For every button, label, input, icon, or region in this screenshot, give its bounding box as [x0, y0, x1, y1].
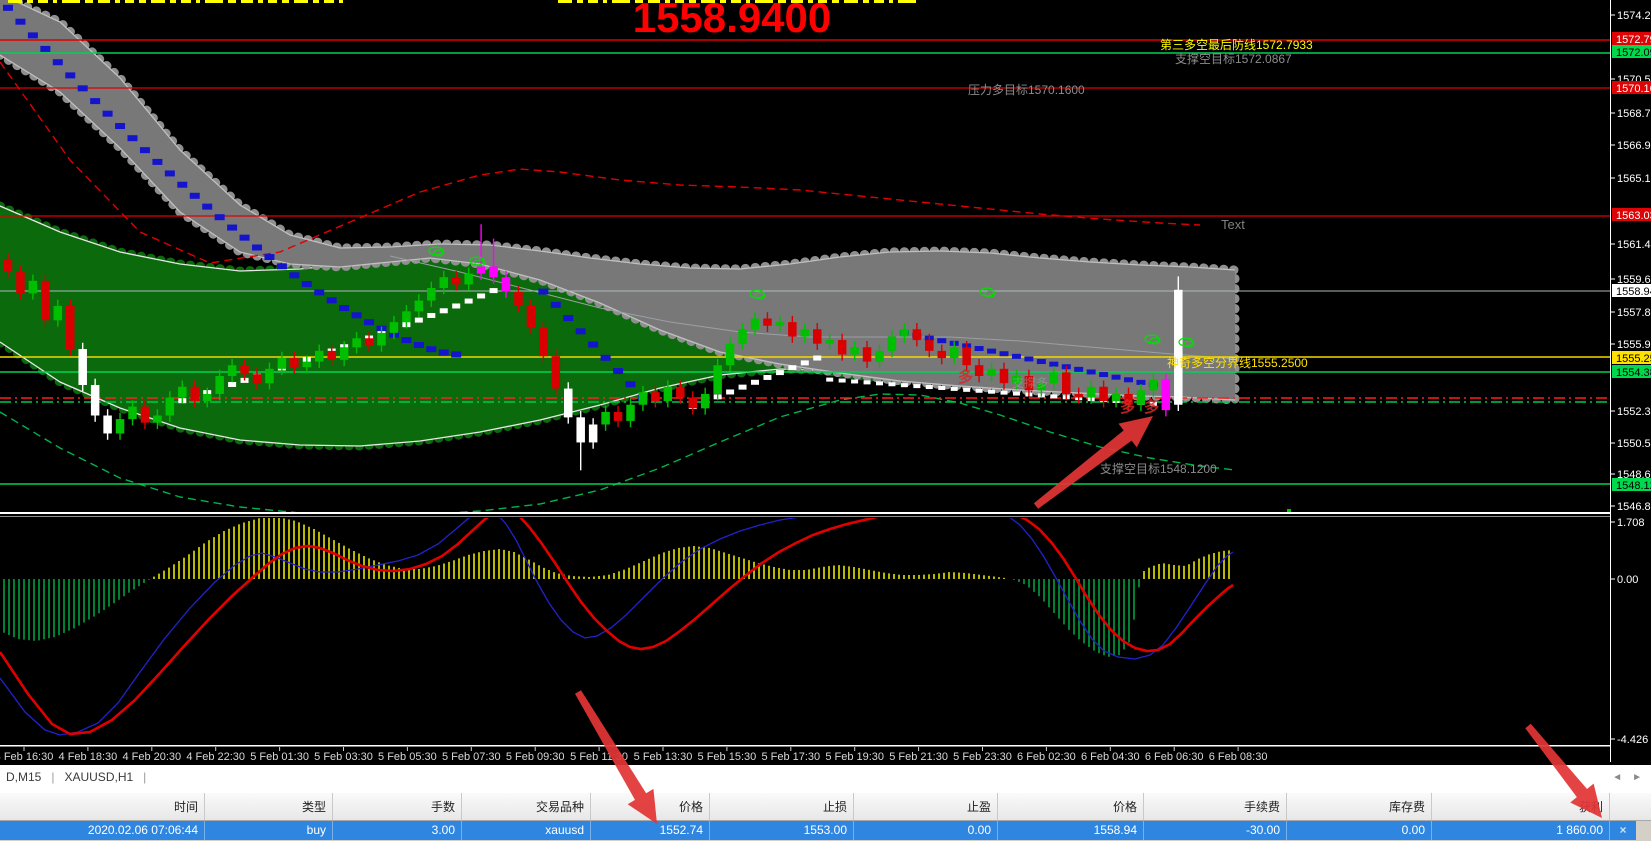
axis-label: 1565.10 [1617, 173, 1651, 185]
row-cell-7: 1558.94 [998, 821, 1144, 840]
tab-scroll-left-icon[interactable]: ◄ [1607, 772, 1627, 783]
col-header-6[interactable]: 止盈 [854, 793, 998, 820]
time-axis-label: 5 Feb 01:30 [250, 751, 309, 763]
col-header-5[interactable]: 止损 [710, 793, 854, 820]
trading-terminal: { "window": { "price_display": "1558.940… [0, 0, 1651, 841]
axis-label: 1.708 [1617, 517, 1645, 529]
time-axis-label: 6 Feb 02:30 [1017, 751, 1076, 763]
row-cell-10: 1 860.00 [1432, 821, 1610, 840]
close-position-icon[interactable]: × [1610, 821, 1636, 840]
row-cell-5: 1553.00 [710, 821, 854, 840]
time-axis-label: 6 Feb 08:30 [1209, 751, 1268, 763]
tab-chart-xauusd-h1[interactable]: XAUUSD,H1 [58, 765, 139, 790]
col-header-10[interactable]: 获利 [1432, 793, 1610, 820]
row-cell-0: 2020.02.06 07:06:44 [0, 821, 205, 840]
chart-annotation: 第三多空最后防线1572.7933 [1160, 37, 1313, 52]
duo-mark: 多 [1120, 398, 1135, 416]
row-cell-9: 0.00 [1287, 821, 1432, 840]
axis-label: 1566.90 [1617, 140, 1651, 152]
axis-price-badge: 1572.09 [1616, 47, 1651, 59]
time-axis-label: 5 Feb 03:30 [314, 751, 373, 763]
price-pane: 多多多 [0, 0, 1610, 516]
tab-separator: | [139, 765, 150, 790]
axis-label: 1561.45 [1617, 239, 1651, 251]
col-header-4[interactable]: 价格 [591, 793, 710, 820]
time-axis-label: 4 Feb 18:30 [59, 751, 118, 763]
time-axis-label: 5 Feb 05:30 [378, 751, 437, 763]
axis-price-badge: 1570.16 [1616, 83, 1651, 95]
row-cell-1: buy [205, 821, 333, 840]
axis-label: 1550.50 [1617, 438, 1651, 450]
chart-tab-bar: D,M15|XAUUSD,H1| ◄► [0, 763, 1651, 793]
duo-mark: 多 [1144, 398, 1159, 416]
time-axis-label: 6 Feb 06:30 [1145, 751, 1204, 763]
row-cell-6: 0.00 [854, 821, 998, 840]
col-header-filler [1610, 793, 1651, 820]
col-header-1[interactable]: 类型 [205, 793, 333, 820]
axis-label: 1555.95 [1617, 339, 1651, 351]
chart-annotation: 神奇多空分界线1555.2500 [1167, 356, 1308, 370]
time-axis-label: 4 Feb 20:30 [122, 751, 181, 763]
tab-scroll-right-icon[interactable]: ► [1627, 772, 1647, 783]
current-price-display: 1558.9400 [592, 0, 872, 42]
chart-annotation: 支撑空目标1548.1200 [1100, 461, 1217, 476]
axis-price-badge: 1548.12 [1616, 480, 1651, 492]
tab-separator: | [47, 765, 58, 790]
axis-label: 1546.85 [1617, 501, 1651, 513]
time-axis-label: 5 Feb 19:30 [825, 751, 884, 763]
time-axis-label: 4 Feb 16:30 [0, 751, 53, 763]
col-header-9[interactable]: 库存费 [1287, 793, 1432, 820]
trade-table-header: 时间类型手数交易品种价格止损止盈价格手续费库存费获利 [0, 793, 1651, 821]
macd-pane [0, 508, 1233, 735]
col-header-7[interactable]: 价格 [998, 793, 1144, 820]
axis-price-badge: 1555.25 [1616, 353, 1651, 365]
axis-price-badge: 1558.94 [1616, 286, 1651, 298]
axis-label: 0.00 [1617, 574, 1638, 586]
axis-label: 1552.30 [1617, 406, 1651, 418]
row-cell-8: -30.00 [1144, 821, 1287, 840]
duo-mark: 多 [958, 368, 973, 386]
row-cell-3: xauusd [462, 821, 591, 840]
time-axis-label: 6 Feb 04:30 [1081, 751, 1140, 763]
chart-annotation: 支撑多 [1012, 375, 1048, 390]
time-axis-label: 5 Feb 17:30 [761, 751, 820, 763]
time-axis-label: 4 Feb 22:30 [186, 751, 245, 763]
col-header-0[interactable]: 时间 [0, 793, 205, 820]
axis-label: 1557.80 [1617, 307, 1651, 319]
trade-table-row[interactable]: 2020.02.06 07:06:44buy3.00xauusd1552.741… [0, 821, 1651, 840]
time-axis-label: 5 Feb 15:30 [698, 751, 757, 763]
col-header-8[interactable]: 手续费 [1144, 793, 1287, 820]
chart-annotation: 支撑空目标1572.0867 [1175, 51, 1292, 66]
time-axis-label: 5 Feb 09:30 [506, 751, 565, 763]
tab-scroll-arrows: ◄► [1607, 765, 1647, 791]
chart-annotation: Text [1221, 217, 1245, 232]
axis-label: -4.426 [1617, 734, 1648, 746]
axis-label: 1574.20 [1617, 10, 1651, 22]
time-axis-label: 5 Feb 21:30 [889, 751, 948, 763]
axis-price-badge: 1572.79 [1616, 34, 1651, 46]
axis-price-badge: 1563.03 [1616, 210, 1651, 222]
time-axis-label: 5 Feb 23:30 [953, 751, 1012, 763]
time-axis-label: 5 Feb 11:30 [570, 751, 628, 763]
tab-chart-m15[interactable]: D,M15 [0, 765, 47, 790]
col-header-3[interactable]: 交易品种 [462, 793, 591, 820]
col-header-2[interactable]: 手数 [333, 793, 462, 820]
row-cell-2: 3.00 [333, 821, 462, 840]
chart-annotation: 压力多目标1570.1600 [968, 83, 1085, 97]
time-axis-label: 5 Feb 13:30 [634, 751, 693, 763]
time-axis-label: 5 Feb 07:30 [442, 751, 501, 763]
axis-price-badge: 1554.38 [1616, 367, 1651, 379]
terminal-bottom: D,M15|XAUUSD,H1| ◄► 时间类型手数交易品种价格止损止盈价格手续… [0, 763, 1651, 841]
chart-canvas: 多多多第三多空最后防线1572.7933支撑空目标1572.0867压力多目标1… [0, 0, 1651, 841]
axis-label: 1568.75 [1617, 108, 1651, 120]
row-cell-4: 1552.74 [591, 821, 710, 840]
